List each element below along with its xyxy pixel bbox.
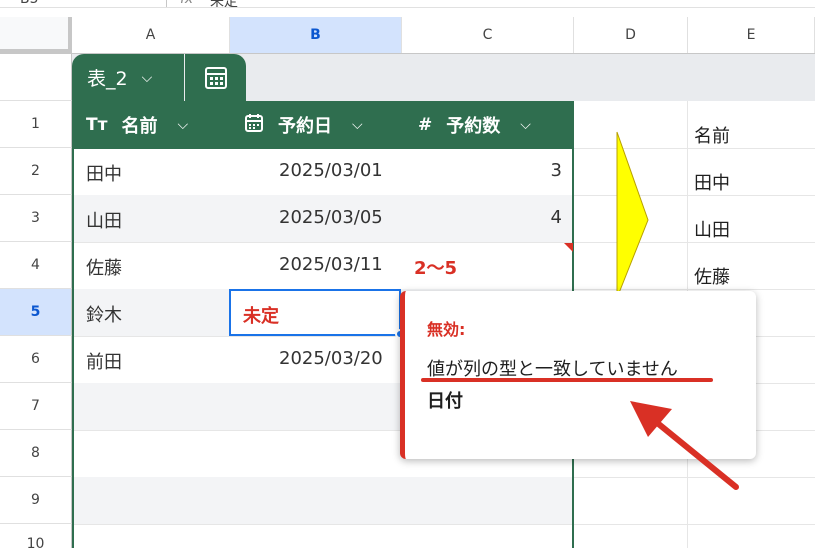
row-header-8[interactable]: 8 [0,430,72,477]
row-header-6[interactable]: 6 [0,336,72,383]
popup-type: 日付 [427,391,463,412]
formula-bar-divider [166,0,167,7]
chevron-down-icon[interactable]: ⌵ [520,117,531,133]
number-type-icon: # [418,115,433,135]
formula-input[interactable]: 未定 [210,0,238,7]
table-view-button[interactable] [185,54,246,101]
row-header-blank [0,54,72,101]
column-header-c[interactable]: C [402,17,574,53]
column-header-b[interactable]: B [230,17,402,53]
cell-count[interactable]: 4 [520,207,562,228]
header-label: 名前 [121,116,158,137]
table-name-tab[interactable]: 表_2 ⌵ [72,54,184,101]
cell-date[interactable]: 2025/03/01 [279,160,383,181]
table-view-icon [204,66,227,89]
calendar-icon [244,113,264,138]
chevron-down-icon[interactable]: ⌵ [352,117,363,133]
cell-date[interactable]: 2025/03/11 [279,254,383,275]
grid-line [72,524,815,525]
banded-row [74,477,572,524]
row-header-4[interactable]: 4 [0,242,72,289]
table-header-row: Tт 名前 ⌵ 予約日 ⌵ # 予約数 ⌵ [72,101,573,149]
fx-icon: fx [180,0,193,7]
error-indicator [564,243,573,252]
annotation-underline [421,378,713,382]
header-label: 予約数 [446,116,501,137]
cell-name[interactable]: 鈴木 [86,301,122,327]
cell-reference[interactable]: B5 [20,0,39,7]
cell-name[interactable]: 佐藤 [86,254,122,280]
cell-e3[interactable]: 山田 [694,216,730,242]
row-header-3[interactable]: 3 [0,195,72,242]
cell-name[interactable]: 田中 [86,160,122,186]
chevron-down-icon: ⌵ [141,69,153,86]
cell-e2[interactable]: 田中 [694,169,730,195]
row-header-7[interactable]: 7 [0,383,72,430]
row-header-5[interactable]: 5 [0,289,72,336]
table-header-name[interactable]: Tт 名前 ⌵ [86,101,188,149]
chevron-down-icon[interactable]: ⌵ [177,117,188,133]
column-header-a[interactable]: A [72,17,230,53]
table-header-date[interactable]: 予約日 ⌵ [244,101,363,149]
column-header-d[interactable]: D [574,17,688,53]
cell-e4[interactable]: 佐藤 [694,263,730,289]
annotation-arrow [630,401,739,490]
popup-title: 無効: [427,320,466,339]
cell-name[interactable]: 前田 [86,348,122,374]
text-type-icon: Tт [86,115,108,135]
cell-e1[interactable]: 名前 [694,122,730,148]
table-header-count[interactable]: # 予約数 ⌵ [418,101,531,149]
row-header-10[interactable]: 10 [0,524,72,548]
cell-date[interactable]: 2025/03/05 [279,207,383,228]
row-header-9[interactable]: 9 [0,477,72,524]
row-header-1[interactable]: 1 [0,101,72,148]
range-hint: 2〜5 [414,258,458,279]
selected-cell-value: 未定 [243,306,279,327]
column-header-e[interactable]: E [688,17,815,53]
formula-bar: B5 fx 未定 [0,0,815,8]
selected-cell[interactable]: 未定 [229,289,401,336]
table-name: 表_2 [87,68,128,90]
cell-date[interactable]: 2025/03/20 [279,348,383,369]
grid-line [72,242,815,243]
row-header-2[interactable]: 2 [0,148,72,195]
column-headers: A B C D E [0,17,815,54]
select-all-corner[interactable] [0,17,72,53]
header-label: 予約日 [278,116,332,137]
cell-count[interactable]: 3 [520,160,562,181]
yellow-arrow-shape[interactable] [612,130,652,300]
cell-name[interactable]: 山田 [86,207,122,233]
